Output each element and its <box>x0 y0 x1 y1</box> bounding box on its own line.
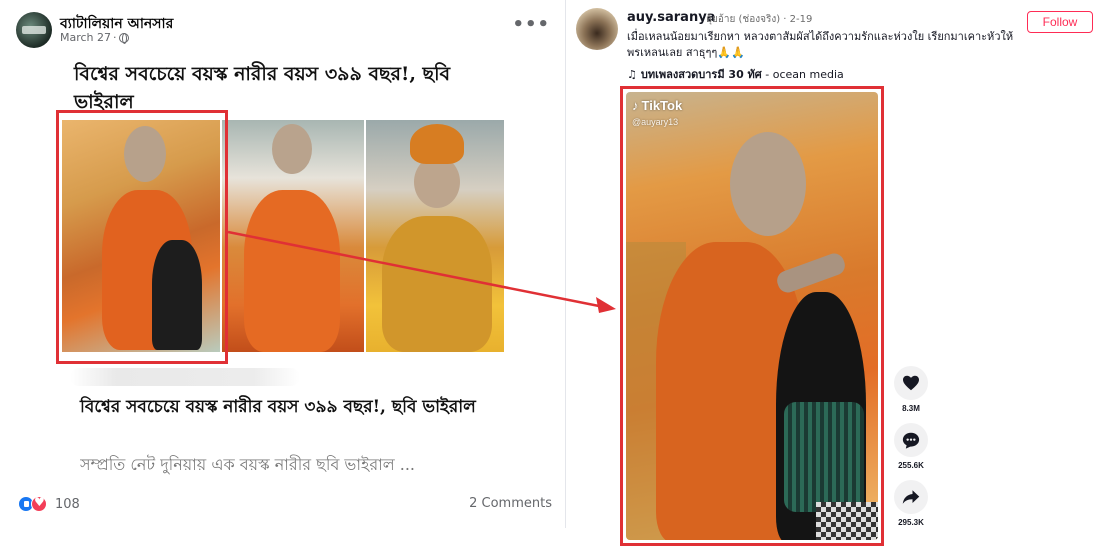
tiktok-avatar[interactable] <box>576 8 618 50</box>
tiktok-logo-text: TikTok <box>641 98 683 113</box>
page-avatar[interactable] <box>16 12 52 48</box>
highlight-box-left <box>56 110 228 364</box>
head-shape <box>272 124 312 174</box>
post-header: ব্যাটালিয়ান আনসার March 27 · ••• <box>16 10 556 50</box>
tiktok-watermark: ♪ TikTok <box>632 98 682 113</box>
like-count: 8.3M <box>902 404 920 413</box>
striped-shirt-shape <box>784 402 864 512</box>
more-options-icon[interactable]: ••• <box>512 14 550 35</box>
tiktok-username[interactable]: auy.saranya <box>627 10 715 25</box>
love-reaction-icon <box>31 495 47 512</box>
comment-count-link[interactable]: 2 Comments <box>469 496 552 511</box>
music-source: ocean media <box>772 68 844 81</box>
post-date[interactable]: March 27 <box>60 31 111 44</box>
tiktok-music[interactable]: ♫ บทเพลงสวดบารมี 30 ทัศ - ocean media <box>627 65 844 83</box>
follow-button[interactable]: Follow <box>1027 11 1093 33</box>
arm-shape <box>774 250 848 296</box>
tiktok-video[interactable]: ♪ TikTok @auyary13 <box>626 92 878 540</box>
post-headline: বিশ্বের সবচেয়ে বয়স্ক নারীর বয়স ৩৯৯ বছ… <box>74 63 451 113</box>
facebook-post: ব্যাটালিয়ান আনসার March 27 · ••• বিশ্বে… <box>0 0 566 528</box>
share-count: 295.3K <box>898 518 924 527</box>
tiktok-caption: เมื่อเหลนน้อยมาเรียกหา หลวงตาสัมผัสได้ถึ… <box>627 30 1014 59</box>
tiktok-meta: อุ้ยอ้าย (ช่องจริง) · 2-19 <box>706 14 813 25</box>
robe-shape <box>382 216 492 352</box>
globe-icon <box>118 32 129 44</box>
comment-icon <box>902 432 920 449</box>
post-footer: 108 2 Comments <box>18 494 552 516</box>
photo-monk-seated[interactable] <box>222 120 364 352</box>
checkered-cloth-shape <box>816 502 878 540</box>
meta-separator: · <box>113 31 117 44</box>
comment-button[interactable] <box>894 423 928 457</box>
knit-hat-shape <box>410 124 464 164</box>
share-button[interactable] <box>894 480 928 514</box>
share-icon <box>902 490 920 504</box>
music-title: บทเพลงสวดบารมี 30 ทัศ <box>640 68 762 81</box>
blurred-url <box>70 368 300 386</box>
reactions-summary[interactable]: 108 <box>18 495 80 512</box>
watermark-handle: @auyary13 <box>632 117 679 127</box>
photo-woman-in-bed[interactable] <box>366 120 504 352</box>
heart-icon <box>903 375 919 391</box>
post-meta: March 27 · <box>60 31 129 44</box>
link-preview-description[interactable]: সম্প্রতি নেট দুনিয়ায় এক বয়স্ক নারীর ছ… <box>80 452 520 479</box>
music-separator: - <box>761 68 773 81</box>
comment-count: 255.6K <box>898 461 924 470</box>
like-button[interactable] <box>894 366 928 400</box>
robe-shape <box>244 190 340 352</box>
head-shape <box>730 132 806 236</box>
link-preview-title[interactable]: বিশ্বের সবচেয়ে বয়স্ক নারীর বয়স ৩৯৯ বছ… <box>80 392 500 422</box>
reaction-count: 108 <box>55 496 80 512</box>
tiktok-action-bar: 8.3M 255.6K 295.3K <box>893 366 929 537</box>
arrow-head <box>596 297 616 313</box>
tiktok-logo-icon: ♪ <box>632 98 639 113</box>
music-note-icon: ♫ <box>627 68 637 81</box>
